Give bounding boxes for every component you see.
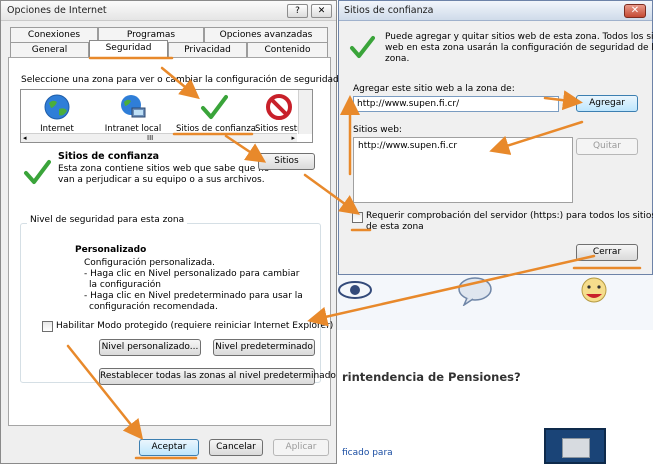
tab-privacidad[interactable]: Privacidad <box>168 42 247 57</box>
sites-list-label: Sitios web: <box>353 125 402 135</box>
internet-options-titlebar: Opciones de Internet ? ✕ <box>1 1 336 21</box>
remove-button[interactable]: Quitar <box>576 138 638 155</box>
custom-heading: Personalizado <box>75 245 147 255</box>
zone-intranet-local[interactable]: Intranet local <box>100 92 166 134</box>
tab-opciones-avanzadas[interactable]: Opciones avanzadas <box>204 27 328 42</box>
default-level-button[interactable]: Nivel predeterminado <box>213 339 315 356</box>
close-button[interactable]: ✕ <box>311 4 332 18</box>
zone-sitios-de-confianza[interactable]: Sitios de confianza <box>176 92 256 134</box>
select-zone-text: Seleccione una zona para ver o cambiar l… <box>21 75 342 85</box>
internet-options-title: Opciones de Internet <box>7 5 107 16</box>
zone-description-line: van a perjudicar a su equipo o a sus arc… <box>58 175 265 185</box>
accept-button[interactable]: Aceptar <box>139 439 199 456</box>
add-button[interactable]: Agregar <box>576 95 638 112</box>
reset-all-zones-button[interactable]: Restablecer todas las zonas al nivel pre… <box>99 368 336 385</box>
add-site-label: Agregar este sitio web a la zona de: <box>353 84 515 94</box>
tab-conexiones[interactable]: Conexiones <box>10 27 98 42</box>
zone-list[interactable]: Internet Intranet local Sitios de confia… <box>20 89 313 143</box>
zone-heading: Sitios de confianza <box>58 151 160 162</box>
scroll-thumb[interactable]: III <box>147 134 153 142</box>
tab-general[interactable]: General <box>10 42 89 57</box>
background-image <box>544 428 606 464</box>
trusted-check-icon <box>24 160 51 184</box>
custom-line: la configuración <box>89 280 161 290</box>
protected-mode-label: Habilitar Modo protegido (requiere reini… <box>56 321 334 331</box>
custom-level-button[interactable]: Nivel personalizado... <box>99 339 201 356</box>
require-https-label: de esta zona <box>366 222 424 232</box>
trusted-sites-close-icon[interactable]: ✕ <box>624 4 646 18</box>
require-https-label: Requerir comprobación del servidor (http… <box>366 211 653 221</box>
security-level-group-title: Nivel de seguridad para esta zona <box>27 215 188 225</box>
eye-icon <box>338 281 372 299</box>
scroll-left-arrow-icon[interactable]: ◂ <box>23 134 27 142</box>
speech-bubble-icon <box>458 277 492 306</box>
globe-icon <box>44 94 70 120</box>
custom-line: - Haga clic en Nivel predeterminado para… <box>84 291 303 301</box>
background-link[interactable]: ficado para <box>342 448 393 458</box>
checkmark-icon <box>201 95 228 119</box>
trusted-sites-dialog: Sitios de confianza ✕ Puede agregar y qu… <box>338 0 653 275</box>
trusted-sites-titlebar: Sitios de confianza ✕ <box>339 1 652 21</box>
protected-mode-checkbox[interactable] <box>42 321 53 332</box>
zone-list-vertical-scrollbar[interactable] <box>298 90 312 134</box>
apply-button[interactable]: Aplicar <box>273 439 329 456</box>
cancel-button[interactable]: Cancelar <box>209 439 263 456</box>
custom-line: Configuración personalizada. <box>84 258 216 268</box>
face-icon <box>581 277 607 303</box>
help-button[interactable]: ? <box>287 4 308 18</box>
tab-contenido[interactable]: Contenido <box>247 42 328 57</box>
background-heading: rintendencia de Pensiones? <box>342 370 521 384</box>
custom-line: configuración recomendada. <box>89 302 218 312</box>
trusted-sites-intro-line: zona. <box>385 54 410 64</box>
intranet-globe-icon <box>121 95 146 118</box>
zone-list-horizontal-scrollbar[interactable]: ◂ III ▸ <box>21 133 297 142</box>
trusted-sites-intro-line: web en esta zona usarán la configuración… <box>385 43 653 53</box>
add-site-input[interactable]: http://www.supen.fi.cr/ <box>353 96 559 112</box>
restricted-icon <box>266 94 292 120</box>
list-item[interactable]: http://www.supen.fi.cr <box>358 141 568 151</box>
trusted-sites-intro-line: Puede agregar y quitar sitios web de est… <box>385 32 653 42</box>
zone-description-line: Esta zona contiene sitios web que sabe q… <box>58 164 270 174</box>
tab-seguridad[interactable]: Seguridad <box>89 40 168 57</box>
custom-line: - Haga clic en Nivel personalizado para … <box>84 269 300 279</box>
sites-button[interactable]: Sitios <box>258 153 315 170</box>
internet-options-dialog: Opciones de Internet ? ✕ Conexiones Prog… <box>0 0 342 464</box>
zone-internet[interactable]: Internet <box>24 92 90 134</box>
close-dialog-button[interactable]: Cerrar <box>576 244 638 261</box>
require-https-checkbox[interactable] <box>352 212 363 223</box>
trusted-sites-title: Sitios de confianza <box>344 5 434 16</box>
trusted-sites-check-icon <box>350 36 375 58</box>
scroll-right-arrow-icon[interactable]: ▸ <box>291 134 295 142</box>
sites-list[interactable]: http://www.supen.fi.cr <box>353 137 573 203</box>
zone-sitios-restringidos[interactable]: Sitios restri <box>255 92 303 134</box>
